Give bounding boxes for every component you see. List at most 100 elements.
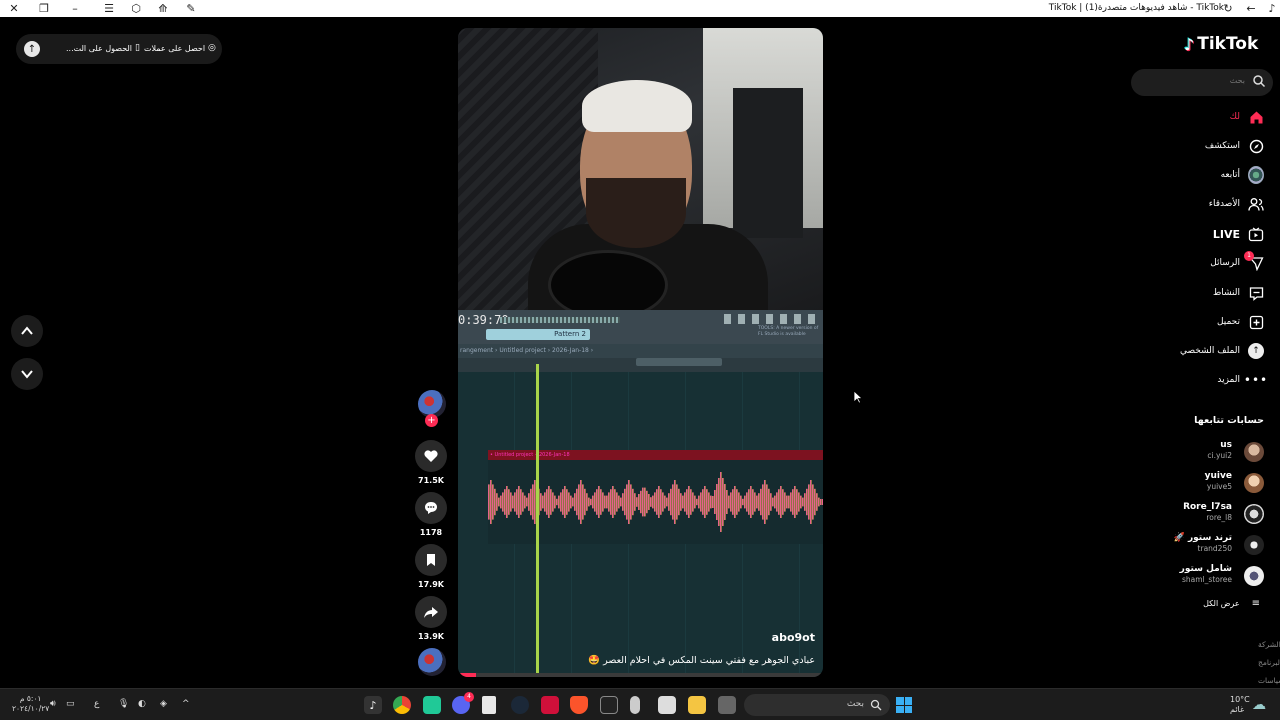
daw-breadcrumb: rangement › Untitled project › 2026-Jan-… — [458, 344, 823, 358]
nav-explore-label: استكشف — [1204, 141, 1240, 151]
upload-icon — [1248, 314, 1264, 330]
nav-friends[interactable]: الأصدقاء — [1209, 194, 1264, 214]
discord-taskbar-icon[interactable]: 4 — [452, 692, 474, 714]
share-button[interactable] — [415, 596, 447, 628]
app-taskbar-icon[interactable] — [423, 696, 441, 714]
list-icon: ≡ — [1251, 598, 1260, 609]
avatar — [1244, 535, 1264, 555]
pattern-selector: Pattern 2 — [486, 329, 590, 340]
followed-account[interactable]: us ci.yui2 — [1064, 440, 1264, 466]
tiktok-note-icon: ♪ — [1184, 34, 1195, 54]
language-indicator[interactable]: ع — [94, 699, 99, 709]
acoustic-panel — [733, 88, 803, 238]
followed-account[interactable]: شامل ستور shaml_storee — [1064, 564, 1264, 590]
followed-account[interactable]: yuive yuive5 — [1064, 471, 1264, 497]
comment-button[interactable] — [415, 492, 447, 524]
clock-time: ٥:٠١ م — [19, 694, 42, 703]
nav-messages[interactable]: 1 الرسائل — [1210, 251, 1264, 273]
taskbar-search-placeholder: بحث — [846, 699, 864, 709]
account-name: شامل ستور — [1179, 564, 1232, 574]
windows-start-icon[interactable] — [896, 697, 912, 713]
reload-icon[interactable]: ↻ — [1220, 1, 1236, 16]
restore-icon[interactable]: ❐ — [36, 1, 52, 16]
weather-widget[interactable]: 10°C غائم — [1230, 695, 1250, 715]
footer-program-link[interactable]: البرنامج — [1258, 658, 1280, 667]
account-name: Rore_l7sa — [1183, 502, 1232, 512]
system-clock[interactable]: ٥:٠١ م ٢٠٢٤/١٠/٢٧ — [12, 694, 49, 714]
see-all-button[interactable]: ≡ عرض الكل — [1203, 598, 1260, 609]
chrome-taskbar-icon[interactable] — [393, 696, 411, 714]
get-coins-label: احصل على عملات — [144, 43, 206, 53]
epic-taskbar-icon[interactable] — [600, 696, 618, 714]
followed-account[interactable]: Rore_l7sa rore_l8 — [1064, 502, 1264, 528]
save-button[interactable] — [415, 544, 447, 576]
pen-icon[interactable]: ✎ — [183, 1, 199, 16]
nav-for-you[interactable]: لك — [1230, 107, 1264, 127]
tiktok-logo[interactable]: ♪ TikTok — [1184, 34, 1258, 54]
account-name: ترند ستور 🚀 — [1173, 533, 1232, 543]
minimize-icon[interactable]: – — [67, 1, 83, 16]
window-title: TikTok - شاهد فيديوهات متصدرة(1) | TikTo… — [1048, 3, 1224, 13]
followed-account[interactable]: ترند ستور 🚀 trand250 — [1064, 533, 1264, 559]
comment-count: 1178 — [419, 528, 443, 537]
security-tray-icon[interactable]: ◈ — [160, 699, 167, 709]
get-app-button[interactable]: ▯ الحصول على الت... — [66, 43, 140, 53]
weather-desc: غائم — [1230, 705, 1245, 714]
taskbar-search[interactable]: بحث — [744, 694, 890, 716]
nav-upload[interactable]: تحميل — [1217, 312, 1264, 332]
close-icon[interactable]: ✕ — [6, 1, 22, 16]
tiktok-taskbar-icon[interactable]: ♪ — [364, 696, 382, 714]
tray-overflow-icon[interactable]: ^ — [182, 699, 190, 709]
person-beard — [586, 178, 686, 248]
nav-live[interactable]: LIVE — [1213, 224, 1264, 244]
account-handle: ci.yui2 — [1207, 451, 1232, 460]
store-taskbar-icon[interactable] — [658, 696, 676, 714]
footer-company-link[interactable]: الشركة — [1258, 640, 1280, 649]
nav-more[interactable]: ••• المزيد — [1217, 370, 1267, 390]
account-handle: yuive5 — [1206, 482, 1232, 491]
profile-icon: ↑ — [1248, 343, 1264, 359]
mouse-app-taskbar-icon[interactable] — [630, 696, 640, 714]
nav-more-label: المزيد — [1217, 375, 1240, 385]
like-button[interactable] — [415, 440, 447, 472]
file-taskbar-icon[interactable] — [482, 696, 496, 714]
live-icon — [1248, 226, 1264, 242]
previous-video-button[interactable] — [11, 315, 43, 347]
like-count: 71.5K — [418, 476, 444, 485]
file-explorer-taskbar-icon[interactable] — [688, 696, 706, 714]
video-player[interactable]: 0:39:70 Pattern 2 TOOLS: A newer version… — [458, 28, 823, 677]
steam-tray-icon[interactable]: ◐ — [138, 699, 146, 709]
search-input[interactable]: بحث — [1131, 69, 1273, 96]
video-progress-bar[interactable] — [458, 673, 823, 677]
nav-for-you-label: لك — [1229, 112, 1240, 122]
nav-following[interactable]: أتابعه — [1221, 165, 1264, 185]
like-action: 71.5K — [415, 440, 447, 485]
translate-icon[interactable]: ⟰ — [155, 1, 171, 16]
save-count: 17.9K — [418, 580, 444, 589]
get-coins-button[interactable]: ◎ احصل على عملات — [144, 43, 216, 53]
network-icon[interactable]: ▭ — [66, 699, 75, 709]
next-video-button[interactable] — [11, 358, 43, 390]
nav-profile[interactable]: ↑ الملف الشخصي — [1180, 341, 1264, 361]
back-icon[interactable]: ← — [1243, 1, 1259, 16]
music-disc[interactable] — [418, 648, 446, 676]
avatar — [1244, 473, 1264, 493]
volume-icon[interactable]: 🔊︎ — [50, 699, 56, 709]
window-taskbar-icon[interactable] — [718, 696, 736, 714]
mouse-cursor-icon — [853, 390, 863, 404]
search-icon[interactable] — [1252, 74, 1266, 88]
brave-taskbar-icon[interactable] — [570, 696, 588, 714]
mic-icon[interactable]: 🎙︎ — [118, 699, 129, 709]
follow-plus-icon[interactable]: + — [425, 414, 438, 427]
menu-icon[interactable]: ☰ — [101, 1, 117, 16]
download-app-icon[interactable]: ↑ — [24, 41, 40, 57]
nav-activity[interactable]: النشاط — [1213, 283, 1264, 303]
following-accounts-title: حسابات تتابعها — [1194, 415, 1264, 426]
extensions-icon[interactable]: ⬡ — [128, 1, 144, 16]
nav-explore[interactable]: استكشف — [1205, 136, 1264, 156]
adobe-taskbar-icon[interactable] — [541, 696, 559, 714]
avatar — [1244, 504, 1264, 524]
steam-taskbar-icon[interactable] — [511, 696, 529, 714]
footer-terms-link[interactable]: الشروط والسياسات — [1258, 676, 1280, 685]
video-author[interactable]: abo9ot — [772, 631, 815, 644]
